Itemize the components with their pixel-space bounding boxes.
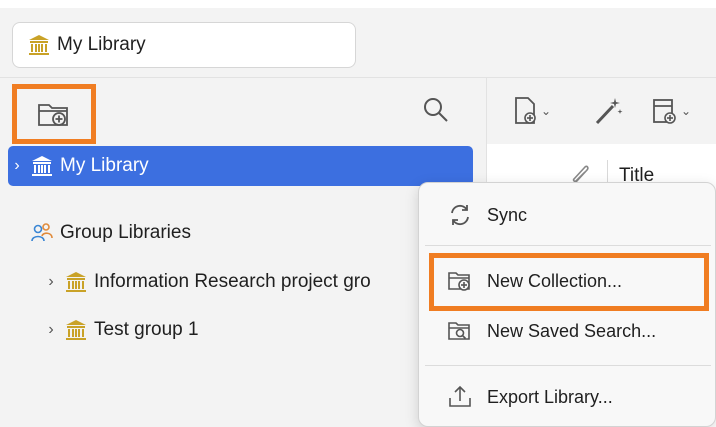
tree-item-label: Information Research project gro xyxy=(94,271,371,292)
new-note-icon xyxy=(653,99,676,124)
tree-item-my-library[interactable]: › My Library xyxy=(8,146,473,186)
chevron-right-icon[interactable]: › xyxy=(8,157,26,175)
new-collection-icon xyxy=(448,272,470,291)
magic-wand-icon xyxy=(595,98,623,125)
window-strip xyxy=(0,0,716,8)
tree-item-label: Test group 1 xyxy=(94,319,199,340)
group-icon xyxy=(31,223,53,242)
group-libraries-label: Group Libraries xyxy=(60,222,191,243)
menu-item-label: New Collection... xyxy=(487,270,623,291)
new-note-button[interactable]: ⌄ xyxy=(651,94,691,128)
search-icon xyxy=(424,98,448,122)
collections-toolbar xyxy=(0,78,486,144)
search-collections-button[interactable] xyxy=(418,92,454,128)
chevron-right-icon[interactable]: › xyxy=(42,321,60,339)
saved-search-icon xyxy=(448,322,470,340)
library-tab[interactable]: My Library xyxy=(12,22,356,68)
collections-pane: › My Library Group Libraries › Informati… xyxy=(0,78,486,427)
group-libraries-header: Group Libraries xyxy=(30,213,430,253)
menu-item-export-library[interactable]: Export Library... xyxy=(425,375,711,419)
menu-item-label: Export Library... xyxy=(487,386,613,407)
menu-separator xyxy=(425,365,711,366)
library-icon xyxy=(66,320,86,340)
new-collection-icon xyxy=(38,104,68,126)
new-item-icon xyxy=(515,97,536,124)
library-context-menu: Sync New Collection... New Saved Search.… xyxy=(418,182,716,427)
tree-item-group[interactable]: › Test group 1 xyxy=(42,310,422,350)
top-bar: My Library xyxy=(0,0,716,78)
library-icon xyxy=(32,156,52,176)
chevron-right-icon[interactable]: › xyxy=(42,273,60,291)
export-icon xyxy=(449,385,471,407)
library-tab-label: My Library xyxy=(57,34,146,55)
library-icon xyxy=(66,272,86,292)
tree-item-label: My Library xyxy=(60,155,149,176)
menu-item-sync[interactable]: Sync xyxy=(425,193,711,237)
chevron-down-icon[interactable]: ⌄ xyxy=(681,104,691,118)
library-icon xyxy=(29,35,49,55)
add-by-identifier-button[interactable] xyxy=(593,94,623,128)
chevron-down-icon[interactable]: ⌄ xyxy=(541,104,551,118)
menu-item-new-collection[interactable]: New Collection... xyxy=(425,259,711,303)
menu-item-label: New Saved Search... xyxy=(487,320,657,341)
new-item-button[interactable]: ⌄ xyxy=(513,94,551,128)
menu-separator xyxy=(425,245,711,246)
menu-item-new-saved-search[interactable]: New Saved Search... xyxy=(425,309,711,353)
menu-item-label: Sync xyxy=(487,204,528,225)
new-collection-button[interactable] xyxy=(12,84,96,144)
tree-item-group[interactable]: › Information Research project gro xyxy=(42,262,422,302)
items-toolbar: ⌄ ⌄ xyxy=(487,78,716,144)
sync-icon xyxy=(451,204,469,226)
